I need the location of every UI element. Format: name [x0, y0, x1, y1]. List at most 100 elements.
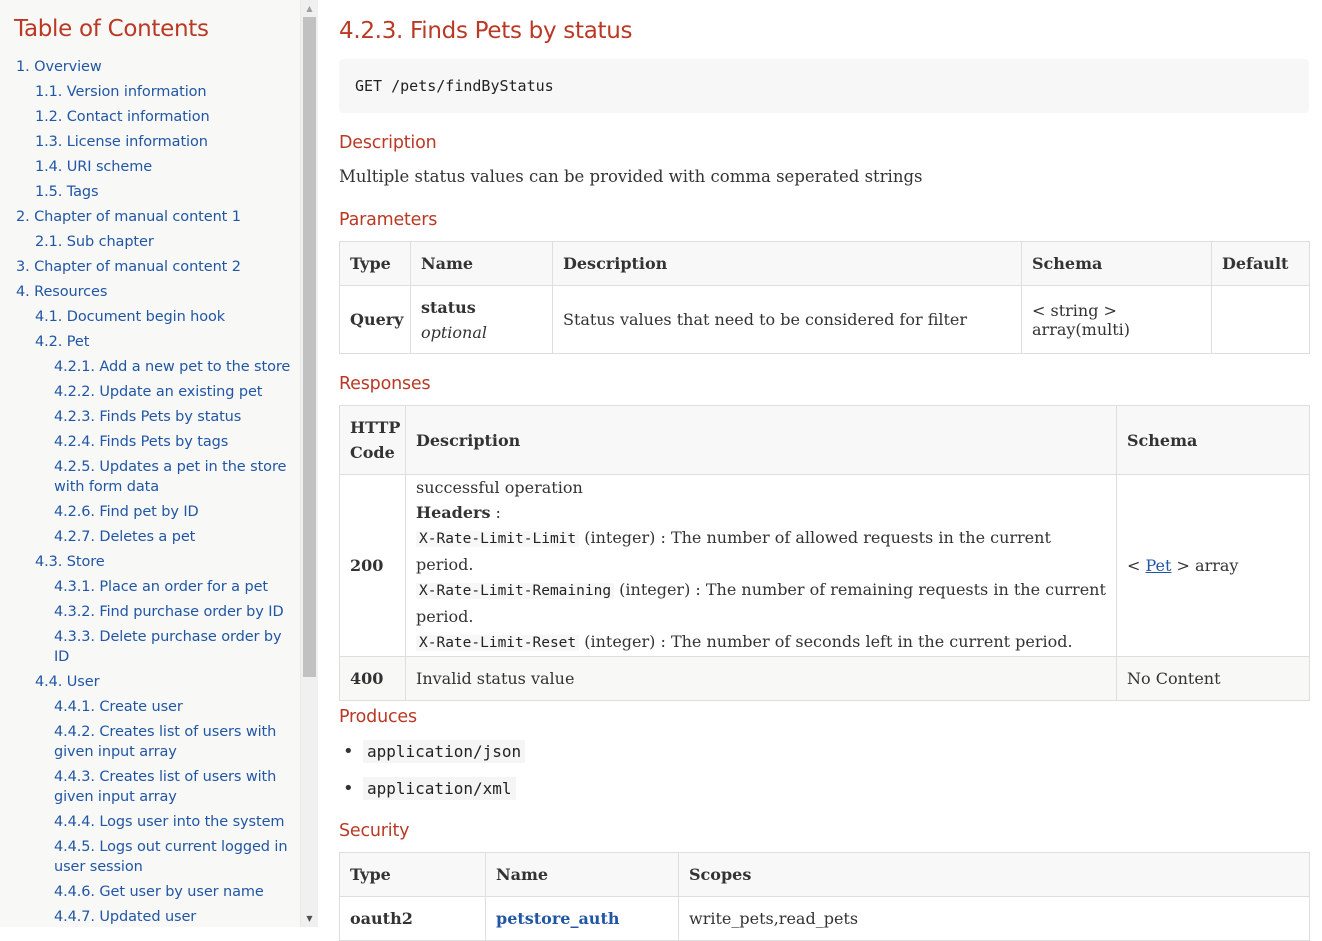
col-header-http-code: HTTP Code	[339, 405, 406, 475]
toc-link[interactable]: 4.4.3. Creates list of users with given i…	[54, 767, 276, 807]
pet-schema-link[interactable]: Pet	[1146, 556, 1172, 575]
scroll-down-arrow-icon[interactable]: ▼	[301, 910, 318, 927]
header-desc-cont: period.	[416, 607, 474, 626]
toc-link[interactable]: 1.2. Contact information	[35, 107, 210, 127]
schema-post: > array	[1171, 556, 1239, 575]
toc-link-label: 3. Chapter of manual content 2	[16, 259, 241, 275]
headers-line: Headers :	[416, 500, 1106, 525]
headers-label: Headers	[416, 503, 491, 522]
toc-link-label: 4.4.4. Logs user into the system	[54, 814, 285, 830]
toc-link[interactable]: 4.3. Store	[35, 552, 105, 572]
security-heading: Security	[339, 821, 410, 841]
toc-link-label: 4.2.1. Add a new pet to the store	[54, 359, 291, 375]
toc-link[interactable]: 4.4.6. Get user by user name	[54, 882, 264, 902]
parameters-table: Type Name Description Schema Default Que…	[339, 241, 1310, 354]
toc-link[interactable]: 4.3.3. Delete purchase order by ID	[54, 627, 282, 667]
col-header-type: Type	[339, 241, 411, 286]
toc-link-label: 4.3.1. Place an order for a pet	[54, 579, 268, 595]
response-200-text: successful operation	[416, 478, 583, 497]
toc-link[interactable]: 4. Resources	[16, 282, 107, 302]
param-modifier: optional	[421, 322, 488, 342]
toc-link-label: 4.4.7. Updated user	[54, 909, 197, 925]
toc-link[interactable]: 4.2.5. Updates a pet in the store with fo…	[54, 457, 286, 497]
toc-link-label: 1.5. Tags	[35, 184, 99, 200]
toc-link[interactable]: 1.5. Tags	[35, 182, 99, 202]
toc-link[interactable]: 4.1. Document begin hook	[35, 307, 225, 327]
toc-link[interactable]: 4.2.1. Add a new pet to the store	[54, 357, 290, 377]
toc-link-label: 4. Resources	[16, 284, 108, 300]
col-header-type: Type	[339, 852, 486, 897]
toc-link[interactable]: 4.2. Pet	[35, 332, 89, 352]
toc-link[interactable]: 3. Chapter of manual content 2	[16, 257, 241, 277]
response-200-schema: < Pet > array	[1116, 474, 1310, 657]
toc-link-label: 1.1. Version information	[35, 84, 207, 100]
header-item: X-Rate-Limit-Limit (integer) : The numbe…	[416, 525, 1106, 577]
responses-header-row: HTTP Code Description Schema	[339, 405, 1310, 475]
produces-list: application/json application/xml	[339, 733, 526, 807]
response-200-description: successful operation Headers : X-Rate-Li…	[405, 474, 1117, 657]
col-header-description: Description	[552, 241, 1022, 286]
toc-link-label: 4.4.2. Creates list of users with	[54, 724, 277, 740]
toc-link[interactable]: 4.2.3. Finds Pets by status	[54, 407, 241, 427]
toc-link-label: 4.4.6. Get user by user name	[54, 884, 264, 900]
toc-link-label: 4.2. Pet	[35, 334, 90, 350]
toc-link[interactable]: 4.4.4. Logs user into the system	[54, 812, 285, 832]
header-desc: (integer) : The number of seconds left i…	[579, 632, 1073, 651]
toc-link[interactable]: 1.4. URI scheme	[35, 157, 152, 177]
table-row: 200 successful operation Headers : X-Rat…	[339, 474, 1310, 657]
param-description: Status values that need to be considered…	[552, 285, 1022, 354]
col-header-schema: Schema	[1021, 241, 1212, 286]
header-http: HTTP	[350, 418, 401, 437]
sidebar-scrollbar[interactable]: ▲ ▼	[300, 0, 318, 927]
schema-pre: <	[1127, 556, 1146, 575]
toc-link[interactable]: 4.4.2. Creates list of users with given i…	[54, 722, 276, 762]
toc-link-label: 4.3. Store	[35, 554, 105, 570]
header-name: X-Rate-Limit-Remaining	[416, 583, 615, 599]
table-row: 400 Invalid status value No Content	[339, 656, 1310, 701]
toc-link[interactable]: 4.4.5. Logs out current logged in user se…	[54, 837, 288, 877]
toc-link[interactable]: 1.3. License information	[35, 132, 208, 152]
table-of-contents-sidebar: Table of Contents 1. Overview 1.1. Versio…	[0, 0, 300, 927]
toc-link-label: 4.2.2. Update an existing pet	[54, 384, 263, 400]
toc-link[interactable]: 4.2.6. Find pet by ID	[54, 502, 199, 522]
toc-link[interactable]: 4.3.2. Find purchase order by ID	[54, 602, 284, 622]
toc-link-label: 1.2. Contact information	[35, 109, 210, 125]
param-name: status	[421, 297, 476, 317]
toc-link-label: 4.2.3. Finds Pets by status	[54, 409, 242, 425]
parameters-heading: Parameters	[339, 210, 438, 230]
col-header-scopes: Scopes	[678, 852, 1310, 897]
col-header-name: Name	[410, 241, 553, 286]
toc-link[interactable]: 1.1. Version information	[35, 82, 207, 102]
scrollbar-thumb[interactable]	[303, 17, 316, 677]
toc-link[interactable]: 4.2.4. Finds Pets by tags	[54, 432, 228, 452]
toc-link-label: 4.2.4. Finds Pets by tags	[54, 434, 229, 450]
toc-link-label: 4.4.3. Creates list of users with	[54, 769, 277, 785]
scroll-up-arrow-icon[interactable]: ▲	[301, 0, 318, 17]
col-header-default: Default	[1211, 241, 1310, 286]
security-table: Type Name Scopes oauth2 petstore_auth wr…	[339, 852, 1310, 941]
toc-link[interactable]: 1. Overview	[16, 57, 102, 77]
toc-link[interactable]: 4.4. User	[35, 672, 100, 692]
param-schema: < string > array(multi)	[1021, 285, 1212, 354]
toc-link[interactable]: 4.2.7. Deletes a pet	[54, 527, 195, 547]
toc-link-label: 1. Overview	[16, 59, 102, 75]
toc-link[interactable]: 4.2.2. Update an existing pet	[54, 382, 262, 402]
toc-link-label: 4.1. Document begin hook	[35, 309, 226, 325]
toc-link-label: 4.2.6. Find pet by ID	[54, 504, 199, 520]
toc-link[interactable]: 2.1. Sub chapter	[35, 232, 154, 252]
responses-heading: Responses	[339, 374, 431, 394]
toc-link[interactable]: 4.4.1. Create user	[54, 697, 183, 717]
header-desc: (integer) : The number of remaining requ…	[614, 580, 1106, 599]
toc-link[interactable]: 2. Chapter of manual content 1	[16, 207, 241, 227]
petstore-auth-link[interactable]: petstore_auth	[496, 909, 619, 928]
toc-link-label: 4.2.5. Updates a pet in the store	[54, 459, 287, 475]
toc-link-label: 4.4. User	[35, 674, 100, 690]
toc-link-label-cont: given input array	[54, 744, 177, 760]
table-row: Query status optional Status values that…	[339, 285, 1310, 354]
response-400-description: Invalid status value	[405, 656, 1117, 701]
header-item: X-Rate-Limit-Reset (integer) : The numbe…	[416, 629, 1106, 656]
toc-link-label-cont: ID	[54, 649, 70, 665]
toc-link[interactable]: 4.3.1. Place an order for a pet	[54, 577, 268, 597]
toc-link[interactable]: 4.4.7. Updated user	[54, 907, 196, 927]
main-content: 4.2.3. Finds Pets by status GET /pets/fi…	[339, 0, 1310, 941]
